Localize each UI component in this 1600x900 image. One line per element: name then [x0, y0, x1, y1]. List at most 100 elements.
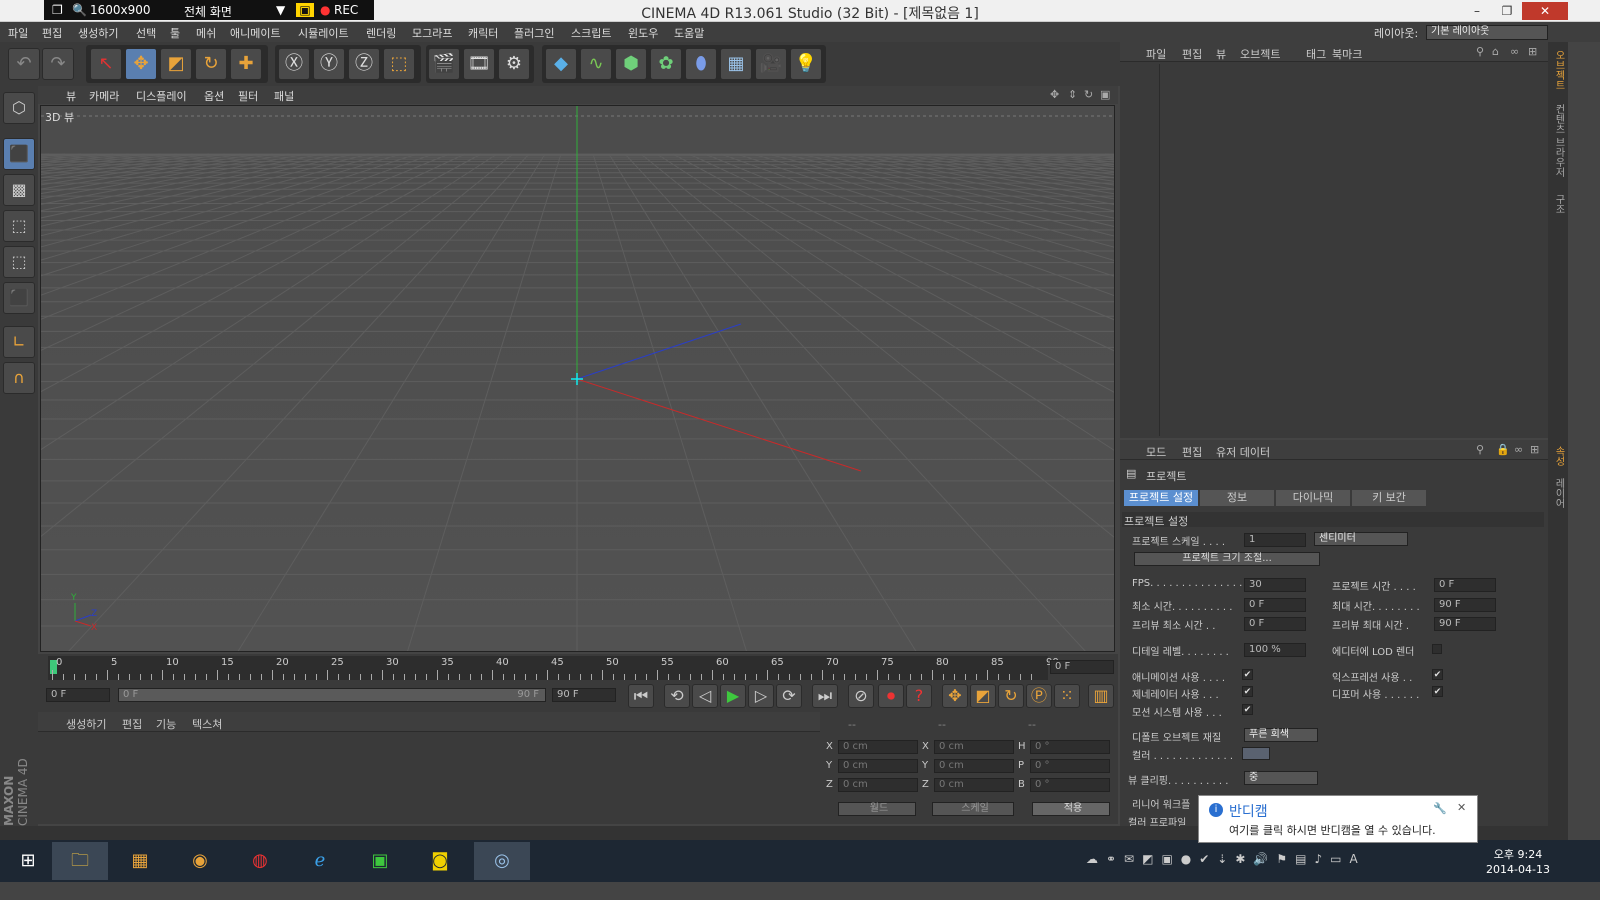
- max-time-field[interactable]: 90 F: [1434, 598, 1496, 612]
- menu-mesh[interactable]: 메쉬: [196, 25, 216, 41]
- infinity-icon[interactable]: ∞: [1510, 45, 1519, 58]
- play-icon[interactable]: ▶: [720, 684, 746, 708]
- key-help-icon[interactable]: ?: [906, 684, 932, 708]
- mat-menu-texture[interactable]: 텍스쳐: [192, 716, 222, 732]
- menu-plugins[interactable]: 플러그인: [514, 25, 554, 41]
- zoom-view-icon[interactable]: ⇕: [1068, 88, 1077, 101]
- camera-icon[interactable]: 🎥: [755, 48, 787, 80]
- go-to-start-icon[interactable]: ⏮: [628, 684, 654, 708]
- key-pla-icon[interactable]: ⁙: [1054, 684, 1080, 708]
- 3d-viewport[interactable]: Y Z X 3D 뷰: [40, 105, 1115, 652]
- tab-content-browser[interactable]: 컨텐츠 브라우저: [1551, 104, 1566, 177]
- menu-render[interactable]: 렌더링: [366, 25, 396, 41]
- render-picture-viewer-icon[interactable]: 🎞: [463, 48, 495, 80]
- obj-menu-tag[interactable]: 태그: [1306, 46, 1326, 62]
- media-player-icon[interactable]: ◉: [172, 842, 228, 880]
- motion-system-checkbox[interactable]: ✔: [1242, 704, 1253, 715]
- file-explorer-icon[interactable]: 🗀: [52, 842, 108, 880]
- start-icon[interactable]: ⊞: [0, 842, 56, 880]
- coord-value-field[interactable]: 0 cm: [838, 759, 918, 773]
- chrome-icon[interactable]: ◍: [232, 842, 288, 880]
- new-window-icon[interactable]: ⊞: [1530, 443, 1539, 456]
- min-time-field[interactable]: 0 F: [1244, 598, 1306, 612]
- animation-checkbox[interactable]: ✔: [1242, 669, 1253, 680]
- restore-button[interactable]: ❐: [1492, 2, 1522, 20]
- menu-animate[interactable]: 애니메이트: [230, 25, 281, 41]
- new-window-icon[interactable]: ⊞: [1528, 45, 1537, 58]
- key-rotation-icon[interactable]: ↻: [998, 684, 1024, 708]
- menu-edit[interactable]: 편집: [42, 25, 62, 41]
- rotate-tool-icon[interactable]: ↻: [195, 48, 227, 80]
- key-scale-icon[interactable]: ◩: [970, 684, 996, 708]
- view-clipping-select[interactable]: 중: [1244, 771, 1318, 785]
- make-editable-icon[interactable]: ⬡: [3, 92, 35, 124]
- points-mode-icon[interactable]: ⬚: [3, 210, 35, 242]
- maximize-view-icon[interactable]: ▣: [1100, 88, 1110, 101]
- scale-select[interactable]: 스케일: [932, 802, 1014, 816]
- close-icon[interactable]: ✕: [1457, 801, 1466, 814]
- vp-menu-display[interactable]: 디스플레이: [136, 88, 187, 104]
- deformer-checkbox[interactable]: ✔: [1432, 686, 1443, 697]
- next-key-icon[interactable]: ⟳: [776, 684, 802, 708]
- undo-icon[interactable]: ↶: [8, 48, 40, 80]
- spline-pen-icon[interactable]: ∿: [580, 48, 612, 80]
- layout-select[interactable]: 기본 레이아웃: [1426, 25, 1548, 40]
- tab-structure[interactable]: 구조: [1551, 194, 1566, 214]
- obj-menu-object[interactable]: 오브젝트: [1240, 46, 1280, 62]
- menu-simulate[interactable]: 시뮬레이트: [298, 25, 349, 41]
- start-frame-field[interactable]: 0 F: [46, 688, 110, 702]
- coord-value-field[interactable]: 0 cm: [934, 759, 1014, 773]
- floor-icon[interactable]: ▦: [720, 48, 752, 80]
- array-icon[interactable]: ✿: [650, 48, 682, 80]
- preview-min-field[interactable]: 0 F: [1244, 617, 1306, 631]
- mat-menu-edit[interactable]: 편집: [122, 716, 142, 732]
- infinity-icon[interactable]: ∞: [1514, 443, 1523, 456]
- generator-checkbox[interactable]: ✔: [1242, 686, 1253, 697]
- rotate-view-icon[interactable]: ↻: [1084, 88, 1093, 101]
- menu-mograph[interactable]: 모그라프: [412, 25, 452, 41]
- attr-menu-mode[interactable]: 모드: [1146, 444, 1166, 460]
- minimize-button[interactable]: –: [1462, 2, 1492, 20]
- record-keys-icon[interactable]: ⊘: [848, 684, 874, 708]
- menu-character[interactable]: 캐릭터: [468, 25, 498, 41]
- project-scale-field[interactable]: 1: [1244, 533, 1306, 547]
- coord-value-field[interactable]: 0 °: [1030, 740, 1110, 754]
- scale-unit-select[interactable]: 센티미터: [1314, 532, 1408, 546]
- lock-icon[interactable]: 🔒: [1496, 443, 1510, 456]
- coordinate-system-icon[interactable]: ⬚: [383, 48, 415, 80]
- snap-magnet-icon[interactable]: ∩: [3, 362, 35, 394]
- vp-menu-options[interactable]: 옵션: [204, 88, 224, 104]
- coord-value-field[interactable]: 0 cm: [838, 740, 918, 754]
- chevron-down-icon[interactable]: ▼: [276, 3, 285, 17]
- menu-create[interactable]: 생성하기: [78, 25, 118, 41]
- light-icon[interactable]: 💡: [790, 48, 822, 80]
- bandicam-recorder-bar[interactable]: ❐ 🔍 1600x900 전체 화면 ▼ ▣ ● REC: [44, 0, 374, 20]
- internet-explorer-icon[interactable]: ℯ: [292, 842, 348, 880]
- app-grid-icon[interactable]: ▦: [112, 842, 168, 880]
- menu-select[interactable]: 선택: [136, 25, 156, 41]
- vp-menu-panel[interactable]: 패널: [274, 88, 294, 104]
- timeline-ruler[interactable]: 051015202530354045505560657075808590: [48, 656, 1059, 680]
- default-material-select[interactable]: 푸른 회색: [1244, 728, 1318, 742]
- kakaotalk-icon[interactable]: ◙: [412, 842, 468, 880]
- coord-value-field[interactable]: 0 cm: [838, 778, 918, 792]
- axis-mode-icon[interactable]: ∟: [3, 326, 35, 358]
- menu-file[interactable]: 파일: [8, 25, 28, 41]
- add-tool-icon[interactable]: ✚: [230, 48, 262, 80]
- cube-icon[interactable]: ◆: [545, 48, 577, 80]
- coord-value-field[interactable]: 0 °: [1030, 759, 1110, 773]
- vp-menu-view[interactable]: 뷰: [66, 88, 76, 104]
- coord-value-field[interactable]: 0 cm: [934, 778, 1014, 792]
- preview-max-field[interactable]: 90 F: [1434, 617, 1496, 631]
- polygons-mode-icon[interactable]: ⬛: [3, 282, 35, 314]
- redo-icon[interactable]: ↷: [42, 48, 74, 80]
- texture-mode-icon[interactable]: ▩: [3, 174, 35, 206]
- end-frame-field[interactable]: 90 F: [552, 688, 616, 702]
- lod-checkbox[interactable]: [1432, 644, 1442, 654]
- detail-level-field[interactable]: 100 %: [1244, 643, 1306, 657]
- scale-tool-icon[interactable]: ◩: [160, 48, 192, 80]
- wrench-icon[interactable]: 🔧: [1433, 802, 1447, 815]
- tab-attributes[interactable]: 속성: [1551, 446, 1566, 466]
- preview-range-slider[interactable]: 0 F 90 F: [118, 688, 546, 702]
- scale-project-button[interactable]: 프로젝트 크기 조절...: [1134, 552, 1320, 566]
